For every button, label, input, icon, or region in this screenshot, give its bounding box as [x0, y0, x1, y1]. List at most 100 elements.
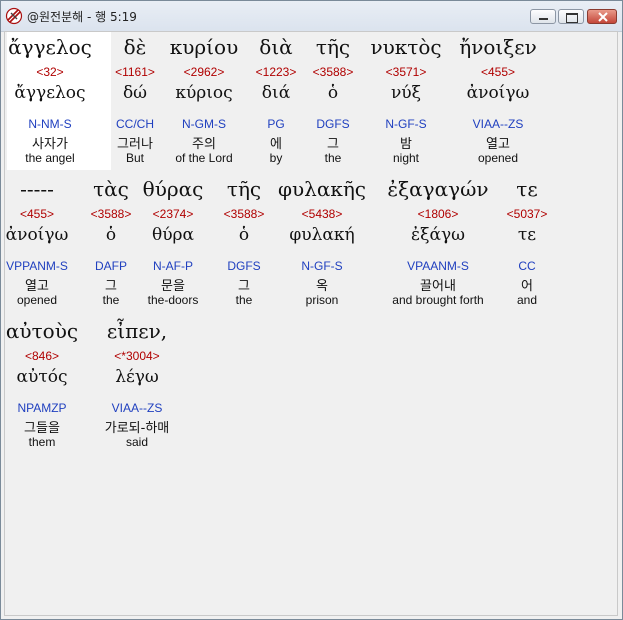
parse-code: CC	[518, 259, 536, 273]
parse-code: N-GM-S	[182, 117, 226, 131]
strong-number: <2962>	[183, 65, 225, 79]
word-block[interactable]: δὲ <1161> δώ CC/CH 그러나 But	[105, 35, 165, 169]
interlinear-view[interactable]: ἄγγελος <32> ἄγγελος N-NM-S 사자가 the angel δὲ <1…	[4, 31, 618, 616]
korean-gloss: 사자가	[32, 137, 68, 152]
korean-gloss: 가로되-하매	[104, 421, 170, 436]
word-block[interactable]: τῆς <3588> ὁ DGFS 그 the	[214, 177, 274, 311]
strong-number: <5037>	[506, 207, 548, 221]
word-block[interactable]: εἶπεν, <*3004> λέγω VIAA--ZS 가로되-하매 said	[92, 319, 182, 453]
word-block[interactable]: ἤνοιξεν <455> ἀνοίγω VIAA--ZS 열고 opened	[443, 35, 553, 169]
english-gloss: and	[516, 293, 538, 307]
strong-number: <3588>	[223, 207, 265, 221]
word-block[interactable]: φυλακῆς <5438> φυλακή N-GF-S 옥 prison	[277, 177, 367, 311]
word-block[interactable]: κυρίου <2962> κύριος N-GM-S 주의 of the Lord	[159, 35, 249, 169]
korean-gloss: 열고	[25, 279, 49, 294]
maximize-button[interactable]	[558, 9, 584, 24]
strong-number: <1223>	[255, 65, 297, 79]
parse-code: N-GF-S	[301, 259, 343, 273]
parse-code: VIAA--ZS	[111, 401, 163, 415]
greek-word: διὰ	[259, 35, 293, 59]
greek-word: θύρας	[142, 177, 204, 201]
greek-word: ἄγγελος	[8, 35, 92, 59]
word-block[interactable]: διὰ <1223> διά PG 에 by	[246, 35, 306, 169]
english-gloss: the	[102, 293, 120, 307]
strong-number: <1806>	[417, 207, 459, 221]
strong-number: <32>	[36, 65, 64, 79]
greek-word: τὰς	[93, 177, 129, 201]
strong-number: <846>	[24, 349, 60, 363]
korean-gloss: 옥	[316, 279, 328, 294]
strong-number: <1161>	[115, 65, 155, 79]
parse-code: DGFS	[227, 259, 261, 273]
word-block[interactable]: ----- <455> ἀνοίγω VPPANM-S 열고 opened	[1, 177, 73, 311]
parse-code: DAFP	[94, 259, 127, 273]
word-block[interactable]: τῆς <3588> ὁ DGFS 그 the	[303, 35, 363, 169]
strong-number: <455>	[19, 207, 55, 221]
word-block[interactable]: ἄγγελος <32> ἄγγελος N-NM-S 사자가 the angel	[0, 35, 100, 169]
word-block[interactable]: αὐτοὺς <846> αὐτός NPAMZP 그들을 them	[2, 319, 82, 453]
korean-gloss: 주의	[192, 137, 216, 152]
word-block[interactable]: τὰς <3588> ὁ DAFP 그 the	[81, 177, 141, 311]
korean-gloss: 그	[105, 279, 117, 294]
lemma: διά	[261, 83, 291, 103]
greek-word: τε	[516, 177, 538, 201]
parse-code: N-NM-S	[28, 117, 72, 131]
word-block[interactable]: νυκτὸς <3571> νύξ N-GF-S 밤 night	[356, 35, 456, 169]
greek-word: δὲ	[123, 35, 147, 59]
greek-word: τῆς	[315, 35, 351, 59]
lemma: ὁ	[327, 83, 339, 103]
lemma: νύξ	[390, 83, 422, 103]
korean-gloss: 어	[521, 279, 533, 294]
lemma: ἀνοίγω	[5, 225, 69, 245]
strong-number: <455>	[480, 65, 516, 79]
word-block[interactable]: ἐξαγαγών <1806> ἐξάγω VPAANM-S 끌어내 and brough…	[373, 177, 503, 311]
parse-code: VIAA--ZS	[472, 117, 524, 131]
english-gloss: opened	[16, 293, 58, 307]
korean-gloss: 그러나	[117, 137, 153, 152]
greek-word: ἤνοιξεν	[459, 35, 537, 59]
english-gloss: the	[324, 151, 342, 165]
lemma: ἄγγελος	[14, 83, 86, 103]
parse-code: PG	[267, 117, 285, 131]
english-gloss: prison	[305, 293, 339, 307]
maximize-icon	[566, 13, 578, 23]
lemma: ὁ	[105, 225, 117, 245]
app-icon	[5, 7, 23, 25]
korean-gloss: 밤	[400, 137, 412, 152]
title-bar[interactable]: @원전분해 - 행 5:19	[1, 1, 622, 32]
greek-word: κυρίου	[169, 35, 239, 59]
english-gloss: the-doors	[147, 293, 199, 307]
greek-word: φυλακῆς	[277, 177, 367, 201]
minimize-button[interactable]	[530, 9, 556, 24]
parse-code: N-AF-P	[153, 259, 193, 273]
english-gloss: them	[28, 435, 56, 449]
close-icon	[598, 12, 608, 22]
greek-word: νυκτὸς	[370, 35, 442, 59]
parse-code: N-GF-S	[385, 117, 427, 131]
english-gloss: the	[235, 293, 253, 307]
word-block[interactable]: θύρας <2374> θύρα N-AF-P 문을 the-doors	[133, 177, 213, 311]
strong-number: <5438>	[301, 207, 343, 221]
window-title: @원전분해 - 행 5:19	[27, 10, 137, 24]
close-button[interactable]	[587, 9, 617, 24]
english-gloss: by	[269, 151, 283, 165]
strong-number: <3588>	[312, 65, 354, 79]
strong-number: <3571>	[385, 65, 427, 79]
korean-gloss: 그	[238, 279, 250, 294]
lemma: ἀνοίγω	[466, 83, 530, 103]
english-gloss: and brought forth	[392, 293, 484, 307]
lemma: λέγω	[115, 367, 159, 387]
parse-code: NPAMZP	[17, 401, 67, 415]
parse-code: VPPANM-S	[6, 259, 68, 273]
lemma: θύρα	[151, 225, 195, 245]
english-gloss: opened	[477, 151, 519, 165]
strong-number: <*3004>	[114, 349, 160, 363]
english-gloss: But	[125, 151, 144, 165]
word-block[interactable]: τε <5037> τε CC 어 and	[497, 177, 557, 311]
korean-gloss: 열고	[486, 137, 510, 152]
korean-gloss: 에	[270, 137, 282, 152]
english-gloss: said	[125, 435, 148, 449]
parse-code: VPAANM-S	[407, 259, 469, 273]
korean-gloss: 문을	[161, 279, 185, 294]
korean-gloss: 그	[327, 137, 339, 152]
